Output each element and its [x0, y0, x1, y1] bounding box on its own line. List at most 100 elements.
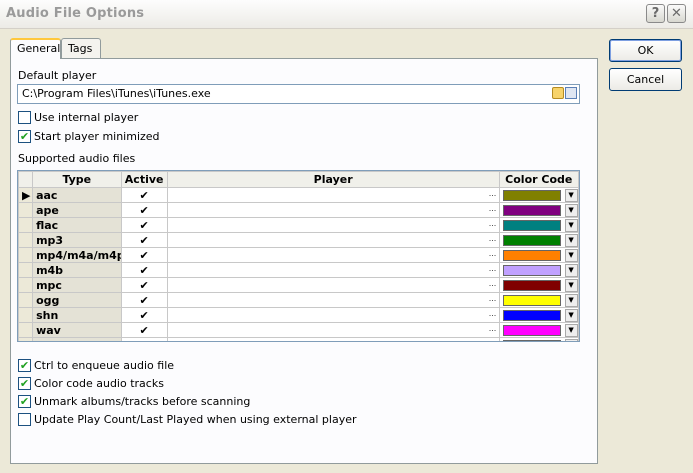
browse-player-button[interactable]: ...: [487, 324, 499, 335]
close-button[interactable]: ✕: [667, 4, 686, 23]
player-cell[interactable]: ...: [166, 277, 500, 293]
chevron-down-icon[interactable]: ▼: [564, 323, 578, 337]
browse-player-button[interactable]: ...: [487, 204, 499, 215]
chevron-down-icon[interactable]: ▼: [564, 308, 578, 322]
player-cell[interactable]: ...: [166, 337, 500, 341]
type-cell[interactable]: flac: [32, 217, 122, 233]
browse-player-button[interactable]: ...: [487, 264, 499, 275]
player-cell[interactable]: ...: [166, 247, 500, 263]
active-checkbox[interactable]: ✔: [120, 307, 168, 323]
type-cell[interactable]: mpc: [32, 277, 122, 293]
table-row[interactable]: mpc ✔... ▼: [18, 277, 579, 293]
type-cell[interactable]: wma: [32, 337, 122, 341]
chevron-down-icon[interactable]: ▼: [564, 233, 578, 247]
browse-player-button[interactable]: ...: [487, 219, 499, 230]
update-play-count-checkbox[interactable]: [18, 413, 31, 426]
table-row[interactable]: wav ✔... ▼: [18, 322, 579, 338]
player-cell[interactable]: ...: [166, 232, 500, 248]
table-row[interactable]: mp4/m4a/m4p ✔... ▼: [18, 247, 579, 263]
type-cell[interactable]: mp4/m4a/m4p: [32, 247, 122, 263]
type-cell[interactable]: shn: [32, 307, 122, 323]
row-indicator[interactable]: [18, 322, 34, 338]
table-row[interactable]: mp3 ✔... ▼: [18, 232, 579, 248]
col-header-player[interactable]: Player: [166, 171, 500, 188]
table-row[interactable]: ▶ aac ✔... ▼: [18, 187, 579, 203]
row-indicator[interactable]: [18, 292, 34, 308]
help-button[interactable]: ?: [646, 4, 665, 23]
chevron-down-icon[interactable]: ▼: [564, 248, 578, 262]
active-checkbox[interactable]: ✔: [120, 322, 168, 338]
chevron-down-icon[interactable]: ▼: [564, 263, 578, 277]
use-internal-player-checkbox[interactable]: [18, 111, 31, 124]
browse-player-button[interactable]: ...: [487, 309, 499, 320]
browse-player-button[interactable]: ...: [487, 294, 499, 305]
player-cell[interactable]: ...: [166, 217, 500, 233]
chevron-down-icon[interactable]: ▼: [564, 293, 578, 307]
color-code-cell[interactable]: ▼: [498, 307, 579, 323]
row-indicator[interactable]: ▶: [18, 187, 34, 203]
type-cell[interactable]: ape: [32, 202, 122, 218]
row-indicator[interactable]: [18, 262, 34, 278]
color-code-cell[interactable]: ▼: [498, 292, 579, 308]
color-code-cell[interactable]: ▼: [498, 277, 579, 293]
row-indicator[interactable]: [18, 337, 34, 341]
col-header-color[interactable]: Color Code: [498, 171, 579, 188]
chevron-down-icon[interactable]: ▼: [564, 188, 578, 202]
tab-tags[interactable]: Tags: [61, 38, 101, 58]
type-cell[interactable]: wav: [32, 322, 122, 338]
active-checkbox[interactable]: ✔: [120, 187, 168, 203]
chevron-down-icon[interactable]: ▼: [564, 278, 578, 292]
table-row[interactable]: ogg ✔... ▼: [18, 292, 579, 308]
active-checkbox[interactable]: ✔: [120, 232, 168, 248]
color-code-cell[interactable]: ▼: [498, 232, 579, 248]
row-indicator[interactable]: [18, 277, 34, 293]
active-checkbox[interactable]: ✔: [120, 292, 168, 308]
color-code-cell[interactable]: ▼: [498, 322, 579, 338]
chevron-down-icon[interactable]: ▼: [564, 218, 578, 232]
active-checkbox[interactable]: ✔: [120, 262, 168, 278]
cancel-button[interactable]: Cancel: [609, 68, 682, 91]
ok-button[interactable]: OK: [609, 39, 682, 62]
player-cell[interactable]: ...: [166, 187, 500, 203]
player-cell[interactable]: ...: [166, 292, 500, 308]
row-indicator[interactable]: [18, 202, 34, 218]
active-checkbox[interactable]: ✔: [120, 202, 168, 218]
active-checkbox[interactable]: ✔: [120, 277, 168, 293]
browse-player-button[interactable]: ...: [487, 249, 499, 260]
start-minimized-checkbox[interactable]: ✔: [18, 130, 31, 143]
ctrl-enqueue-checkbox[interactable]: ✔: [18, 359, 31, 372]
browse-player-button[interactable]: ...: [487, 189, 499, 200]
color-code-cell[interactable]: ▼: [498, 217, 579, 233]
color-code-tracks-checkbox[interactable]: ✔: [18, 377, 31, 390]
unmark-albums-checkbox[interactable]: ✔: [18, 395, 31, 408]
color-code-cell[interactable]: ▼: [498, 247, 579, 263]
browse-icon[interactable]: [565, 87, 577, 99]
player-cell[interactable]: ...: [166, 202, 500, 218]
type-cell[interactable]: aac: [32, 187, 122, 203]
color-code-cell[interactable]: ▼: [498, 187, 579, 203]
col-header-type[interactable]: Type: [32, 171, 122, 188]
color-code-cell[interactable]: ▼: [498, 202, 579, 218]
browse-player-button[interactable]: ...: [487, 339, 499, 341]
browse-player-button[interactable]: ...: [487, 279, 499, 290]
active-checkbox[interactable]: ✔: [120, 337, 168, 341]
active-checkbox[interactable]: ✔: [120, 247, 168, 263]
row-indicator[interactable]: [18, 247, 34, 263]
type-cell[interactable]: ogg: [32, 292, 122, 308]
type-cell[interactable]: m4b: [32, 262, 122, 278]
default-player-field[interactable]: C:\Program Files\iTunes\iTunes.exe: [17, 84, 580, 104]
col-header-active[interactable]: Active: [120, 171, 168, 188]
table-row[interactable]: m4b ✔... ▼: [18, 262, 579, 278]
tab-general[interactable]: General: [10, 38, 61, 59]
player-cell[interactable]: ...: [166, 307, 500, 323]
table-row[interactable]: flac ✔... ▼: [18, 217, 579, 233]
row-indicator[interactable]: [18, 217, 34, 233]
type-cell[interactable]: mp3: [32, 232, 122, 248]
color-code-cell[interactable]: ▼: [498, 337, 579, 341]
table-row[interactable]: shn ✔... ▼: [18, 307, 579, 323]
table-row[interactable]: wma ✔... ▼: [18, 337, 579, 341]
color-code-cell[interactable]: ▼: [498, 262, 579, 278]
browse-player-button[interactable]: ...: [487, 234, 499, 245]
chevron-down-icon[interactable]: ▼: [564, 203, 578, 217]
player-cell[interactable]: ...: [166, 322, 500, 338]
